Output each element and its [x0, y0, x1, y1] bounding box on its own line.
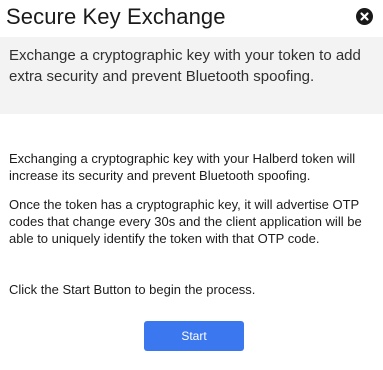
otp-explanation-paragraph: Once the token has a cryptographic key, … [9, 197, 362, 246]
header-panel: Exchange a cryptographic key with your t… [0, 37, 383, 114]
description-paragraph: Exchanging a cryptographic key with your… [9, 151, 356, 183]
close-button[interactable] [356, 8, 373, 25]
dialog-subtitle: Exchange a cryptographic key with your t… [9, 47, 361, 85]
dialog-title: Secure Key Exchange [6, 4, 226, 29]
start-button[interactable]: Start [144, 321, 244, 351]
close-icon [360, 12, 369, 21]
instruction-paragraph: Click the Start Button to begin the proc… [9, 282, 256, 297]
secure-key-exchange-dialog: Secure Key Exchange Exchange a cryptogra… [0, 0, 383, 370]
